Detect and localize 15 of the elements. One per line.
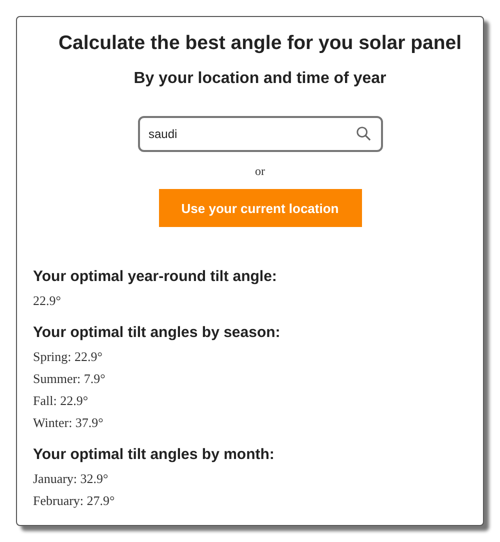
angle-value: Fall: 22.9° [33,393,90,409]
angle-value: February: 27.9° [33,493,116,509]
section-heading: Your optimal year-round tilt angle: [33,267,278,287]
page-subtitle: By your location and time of year [132,69,388,89]
search-field[interactable]: saudi [138,116,382,152]
angle-value: Summer: 7.9° [33,371,106,387]
page-title: Calculate the best angle for you solar panel [57,31,463,55]
angle-value: January: 32.9° [33,471,110,487]
angle-value: Spring: 22.9° [33,349,104,365]
angle-value: 22.9° [33,293,62,309]
section-heading: Your optimal tilt angles by season: [33,323,282,343]
angle-value: Winter: 37.9° [33,415,104,431]
section-heading: Your optimal tilt angles by month: [33,445,276,465]
or-text: or [255,164,265,179]
search-icon[interactable] [356,126,370,141]
